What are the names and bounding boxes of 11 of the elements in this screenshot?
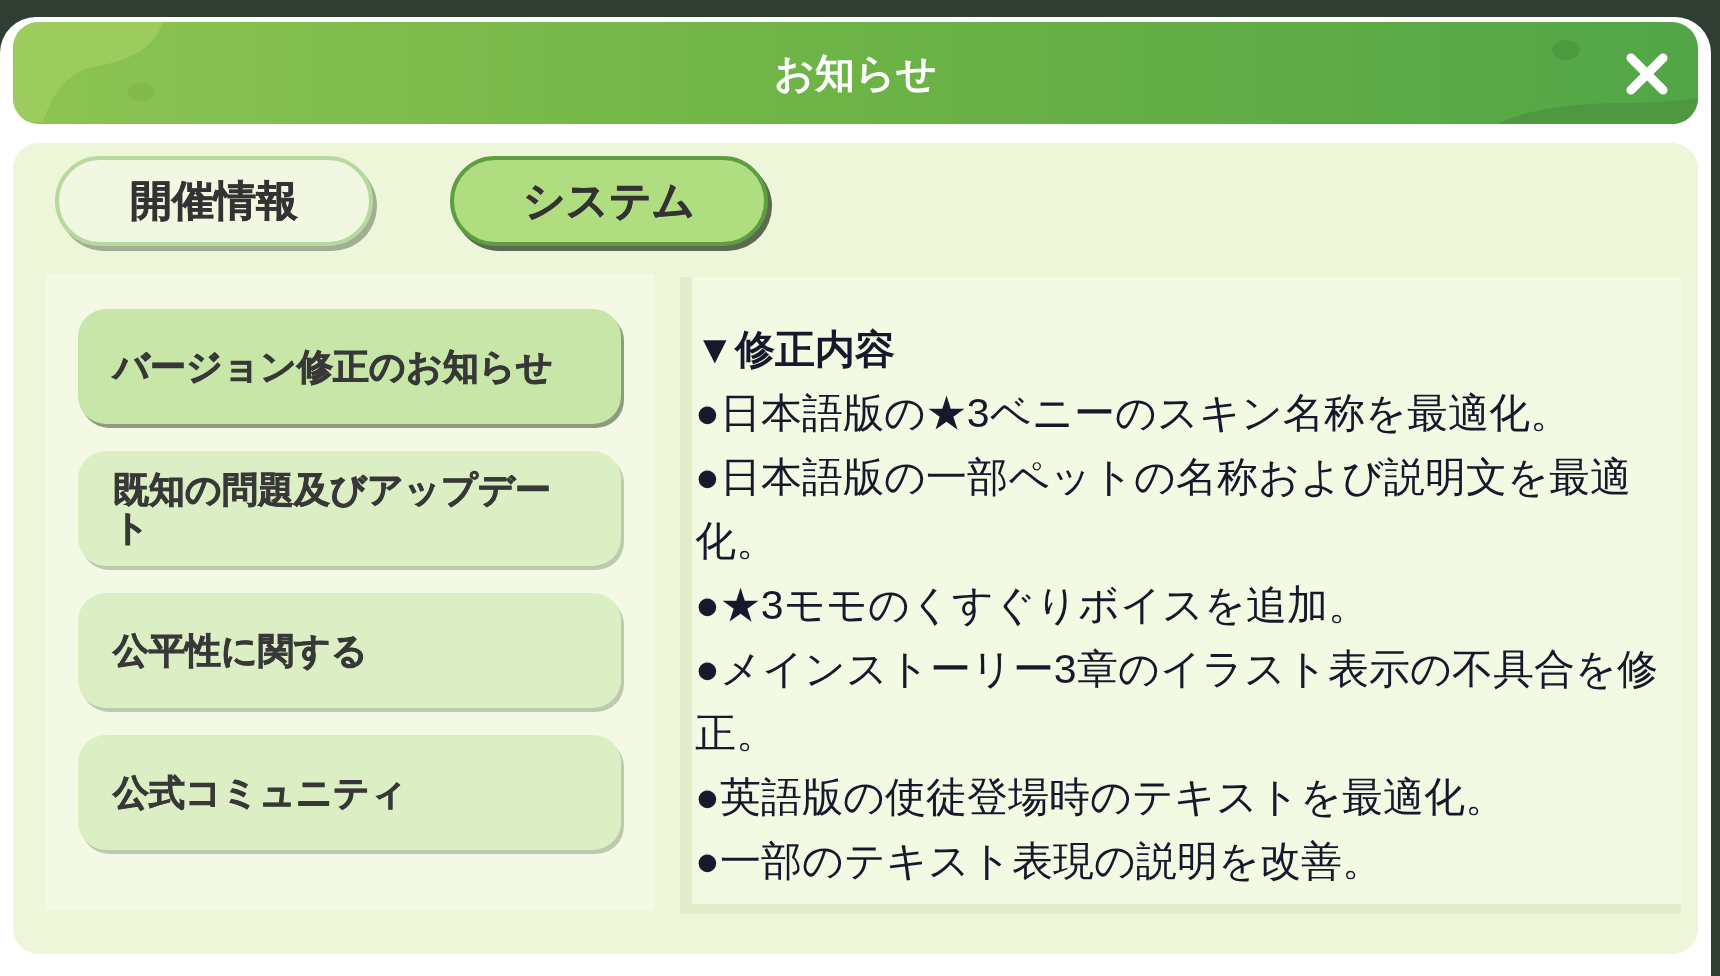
notice-line: ●★3モモのくすぐりボイスを追加。 (695, 581, 1370, 630)
notice-line: ●日本語版の一部ペットの名称および説明文を最適化。 (695, 453, 1632, 566)
window-title: お知らせ (774, 53, 937, 93)
notice-line: ●一部のテキスト表現の説明を改善。 (695, 837, 1384, 886)
notice-line: ●英語版の使徒登場時のテキストを最適化。 (695, 773, 1507, 822)
blob-decoration-icon (1498, 98, 1698, 124)
notice-line: ●メインストーリー3章のイラスト表示の不具合を修正。 (695, 645, 1659, 758)
section-heading: ▼修正内容 (695, 326, 896, 373)
close-button[interactable] (1624, 51, 1670, 97)
notice-line: ●日本語版の★3ベニーのスキン名称を最適化。 (695, 389, 1572, 438)
close-icon (1625, 52, 1669, 96)
